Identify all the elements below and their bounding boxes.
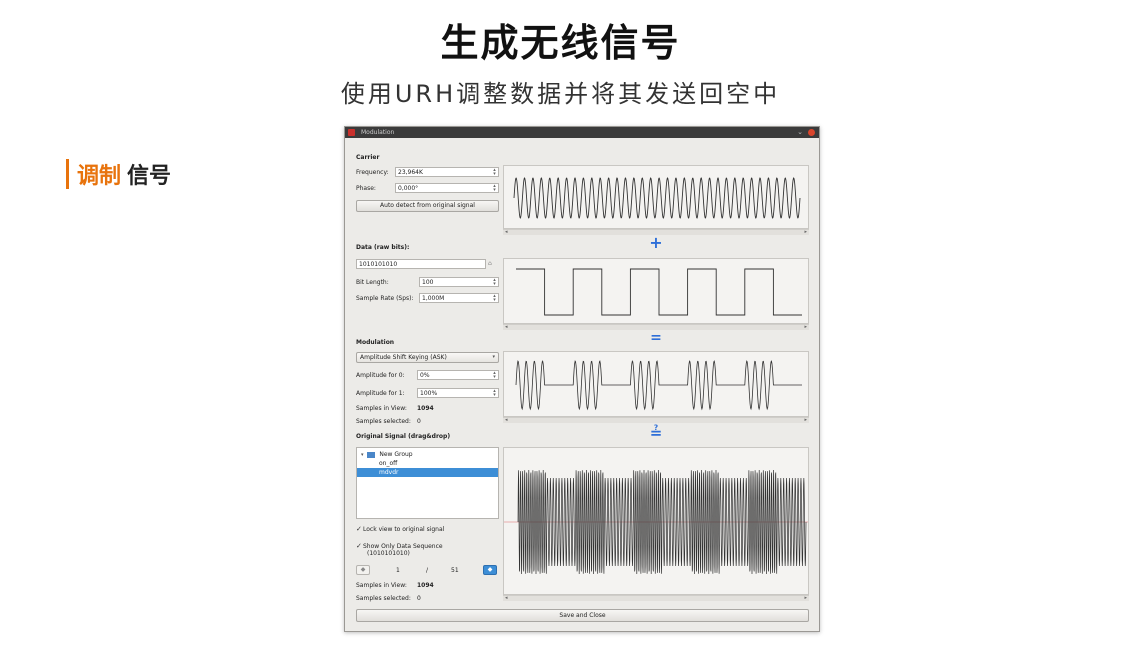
check-icon: ✓ xyxy=(356,542,362,550)
sample-rate-input[interactable]: 1,000M ▴ ▾ xyxy=(419,293,499,303)
page-separator: / xyxy=(426,567,429,574)
bit-length-label: Bit Length: xyxy=(356,279,389,286)
modulation-window: Modulation ⌄ Carrier Frequency: 23,964K ▴… xyxy=(344,126,820,632)
tree-item-on-off[interactable]: on_off xyxy=(357,459,498,468)
phase-input[interactable]: 0,000° ▴ ▾ xyxy=(395,183,499,193)
carrier-waveform xyxy=(513,177,801,219)
signal-tree[interactable]: ▾ New Group on_off mdvdr xyxy=(356,447,499,519)
lock-view-checkbox[interactable]: ✓Lock view to original signal xyxy=(356,525,444,533)
orig-samples-in-view-value: 1094 xyxy=(417,582,434,589)
mod-samples-in-view-label: Samples in View: xyxy=(356,405,407,412)
minimize-icon[interactable]: ⌄ xyxy=(797,128,803,136)
amp0-label: Amplitude for 0: xyxy=(356,372,405,379)
orig-samples-in-view-label: Samples in View: xyxy=(356,582,407,589)
question-equals-operator-icon: ≟ xyxy=(649,424,663,442)
modulation-header: Modulation xyxy=(356,339,395,346)
window-titlebar: Modulation ⌄ xyxy=(345,127,819,138)
side-label-rest: 信号 xyxy=(127,164,172,189)
bit-length-input[interactable]: 100 ▴ ▾ xyxy=(419,277,499,287)
modulated-plot[interactable] xyxy=(503,351,809,417)
sample-rate-label: Sample Rate (Sps): xyxy=(356,295,414,302)
mod-samples-selected-label: Samples selected: xyxy=(356,418,411,425)
bit-length-spinner-icon[interactable]: ▴ ▾ xyxy=(492,278,497,286)
amp0-spinner-icon[interactable]: ▴ ▾ xyxy=(492,371,497,379)
side-label-accent-bar xyxy=(66,159,69,189)
auto-detect-button[interactable]: Auto detect from original signal xyxy=(356,200,499,212)
page-current: 1 xyxy=(396,567,400,574)
frequency-input[interactable]: 23,964K ▴ ▾ xyxy=(395,167,499,177)
tag-icon[interactable]: ⌂ xyxy=(488,260,492,267)
amp0-input[interactable]: 0% ▴ ▾ xyxy=(417,370,499,380)
chevron-down-icon: ▾ xyxy=(492,354,495,360)
folder-icon xyxy=(367,451,376,458)
window-title: Modulation xyxy=(361,129,395,136)
orig-samples-selected-value: 0 xyxy=(417,595,421,602)
show-only-data-checkbox[interactable]: ✓Show Only Data Sequence xyxy=(356,542,443,550)
app-icon xyxy=(348,129,355,136)
original-scrollbar[interactable]: ◂ ▸ xyxy=(503,595,809,601)
frequency-label: Frequency: xyxy=(356,169,389,176)
data-plot[interactable] xyxy=(503,258,809,324)
side-label-highlight: 调制 xyxy=(77,164,122,189)
orig-samples-selected-label: Samples selected: xyxy=(356,595,411,602)
show-only-data-sequence: (1010101010) xyxy=(367,550,410,557)
modulation-type-select[interactable]: Amplitude Shift Keying (ASK) ▾ xyxy=(356,352,499,363)
page-total: 51 xyxy=(451,567,459,574)
mod-samples-selected-value: 0 xyxy=(417,418,421,425)
save-and-close-button[interactable]: Save and Close xyxy=(356,609,809,622)
equals-operator-icon: = xyxy=(650,330,662,346)
amp1-spinner-icon[interactable]: ▴ ▾ xyxy=(492,389,497,397)
data-header: Data (raw bits): xyxy=(356,244,410,251)
modulated-scrollbar[interactable]: ◂ ▸ xyxy=(503,417,809,423)
original-waveform xyxy=(504,469,808,575)
original-signal-plot[interactable] xyxy=(503,447,809,595)
phase-label: Phase: xyxy=(356,185,376,192)
data-waveform xyxy=(516,268,802,316)
chevron-down-icon[interactable]: ▾ xyxy=(361,452,364,458)
mod-samples-in-view-value: 1094 xyxy=(417,405,434,412)
slide-title: 生成无线信号 xyxy=(440,21,681,65)
amp1-label: Amplitude for 1: xyxy=(356,390,405,397)
amp1-input[interactable]: 100% ▴ ▾ xyxy=(417,388,499,398)
prev-page-icon[interactable]: ◆ xyxy=(356,565,370,575)
carrier-header: Carrier xyxy=(356,154,380,161)
plus-operator-icon: + xyxy=(649,233,663,252)
check-icon: ✓ xyxy=(356,525,362,533)
phase-spinner-icon[interactable]: ▴ ▾ xyxy=(492,184,497,192)
original-signal-header: Original Signal (drag&drop) xyxy=(356,433,451,440)
sample-rate-spinner-icon[interactable]: ▴ ▾ xyxy=(492,294,497,302)
slide-subtitle: 使用URH调整数据并将其发送回空中 xyxy=(340,80,781,108)
tree-item-selected[interactable]: mdvdr xyxy=(357,468,498,477)
frequency-spinner-icon[interactable]: ▴ ▾ xyxy=(492,168,497,176)
modulated-waveform xyxy=(515,360,802,411)
carrier-plot[interactable] xyxy=(503,165,809,229)
tree-item-new-group[interactable]: ▾ New Group xyxy=(357,450,498,459)
close-icon[interactable] xyxy=(808,129,815,136)
data-bits-input[interactable]: 1010101010 xyxy=(356,259,486,269)
next-page-icon[interactable]: ◆ xyxy=(483,565,497,575)
side-label: 调制 信号 xyxy=(66,158,171,190)
